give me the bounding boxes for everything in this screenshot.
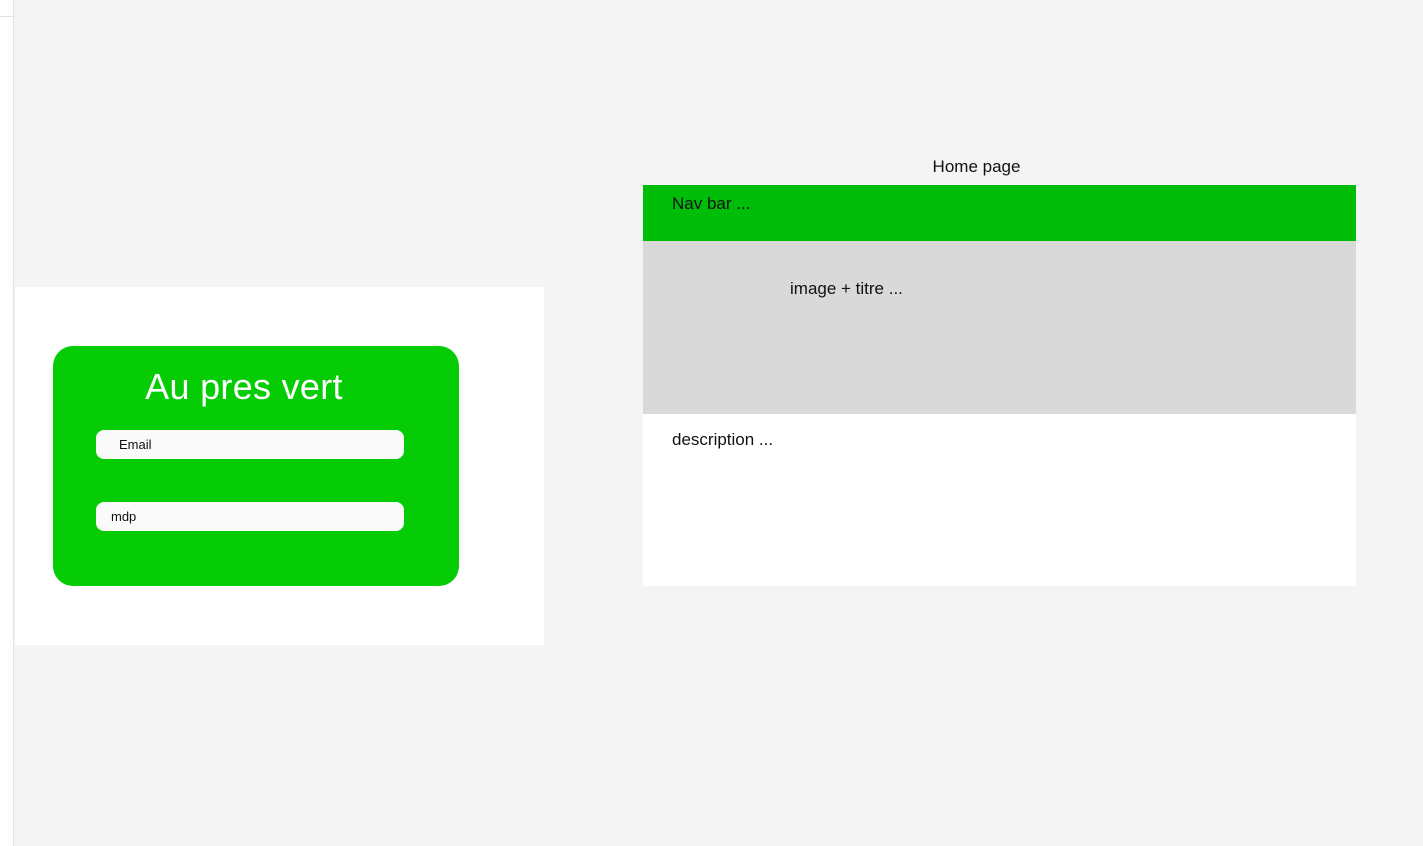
login-card[interactable]: Au pres vert Email mdp: [53, 346, 459, 586]
home-page-frame-label[interactable]: Home page: [643, 157, 1310, 177]
left-panel-divider: [0, 16, 14, 17]
description-text: description ...: [672, 430, 774, 449]
password-field[interactable]: mdp: [96, 502, 404, 531]
login-frame[interactable]: Au pres vert Email mdp: [15, 287, 544, 645]
navbar-block[interactable]: Nav bar ...: [643, 185, 1356, 241]
left-panel-edge: [0, 0, 14, 846]
navbar-text: Nav bar ...: [672, 194, 751, 213]
design-canvas[interactable]: Au pres vert Email mdp Home page Nav bar…: [0, 0, 1423, 846]
hero-text: image + titre ...: [790, 279, 903, 298]
home-page-frame[interactable]: Nav bar ... image + titre ... descriptio…: [643, 185, 1356, 586]
email-field[interactable]: Email: [96, 430, 404, 459]
login-title: Au pres vert: [145, 366, 343, 407]
hero-block[interactable]: image + titre ...: [643, 241, 1356, 414]
